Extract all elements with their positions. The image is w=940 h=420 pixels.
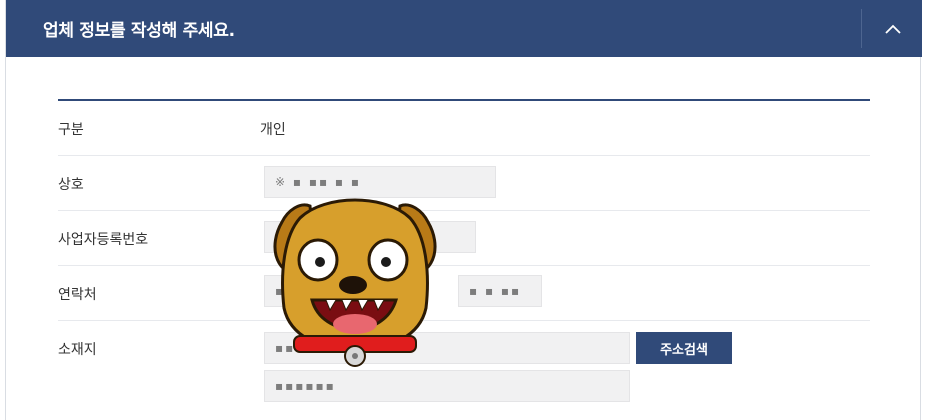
company-info-panel: 업체 정보를 작성해 주세요. 구분 개인 상호 사업자등록번호 연락처 소재지 <box>5 0 922 420</box>
type-label: 구분 <box>58 122 84 138</box>
company-info-form: 구분 개인 상호 사업자등록번호 연락처 소재지 주소검색 <box>58 99 870 402</box>
collapse-button[interactable] <box>863 0 922 57</box>
contact-label: 연락처 <box>58 287 97 303</box>
panel-title: 업체 정보를 작성해 주세요. <box>43 21 235 41</box>
company-name-label: 상호 <box>58 177 84 193</box>
chevron-up-icon <box>884 24 901 34</box>
row-contact: 연락처 <box>58 266 870 321</box>
header-divider <box>861 9 862 48</box>
type-value: 개인 <box>260 122 286 138</box>
contact-field-2[interactable] <box>458 275 542 307</box>
dog-character-sticker-icon <box>273 198 437 367</box>
row-company-name: 상호 <box>58 156 870 211</box>
address-search-button[interactable]: 주소검색 <box>636 332 732 364</box>
panel-header: 업체 정보를 작성해 주세요. <box>6 0 922 57</box>
row-type: 구분 개인 <box>58 101 870 156</box>
row-biz-reg-no: 사업자등록번호 <box>58 211 870 266</box>
biz-reg-no-label: 사업자등록번호 <box>58 232 149 248</box>
row-address: 소재지 주소검색 <box>58 321 870 402</box>
address-label: 소재지 <box>58 342 97 358</box>
